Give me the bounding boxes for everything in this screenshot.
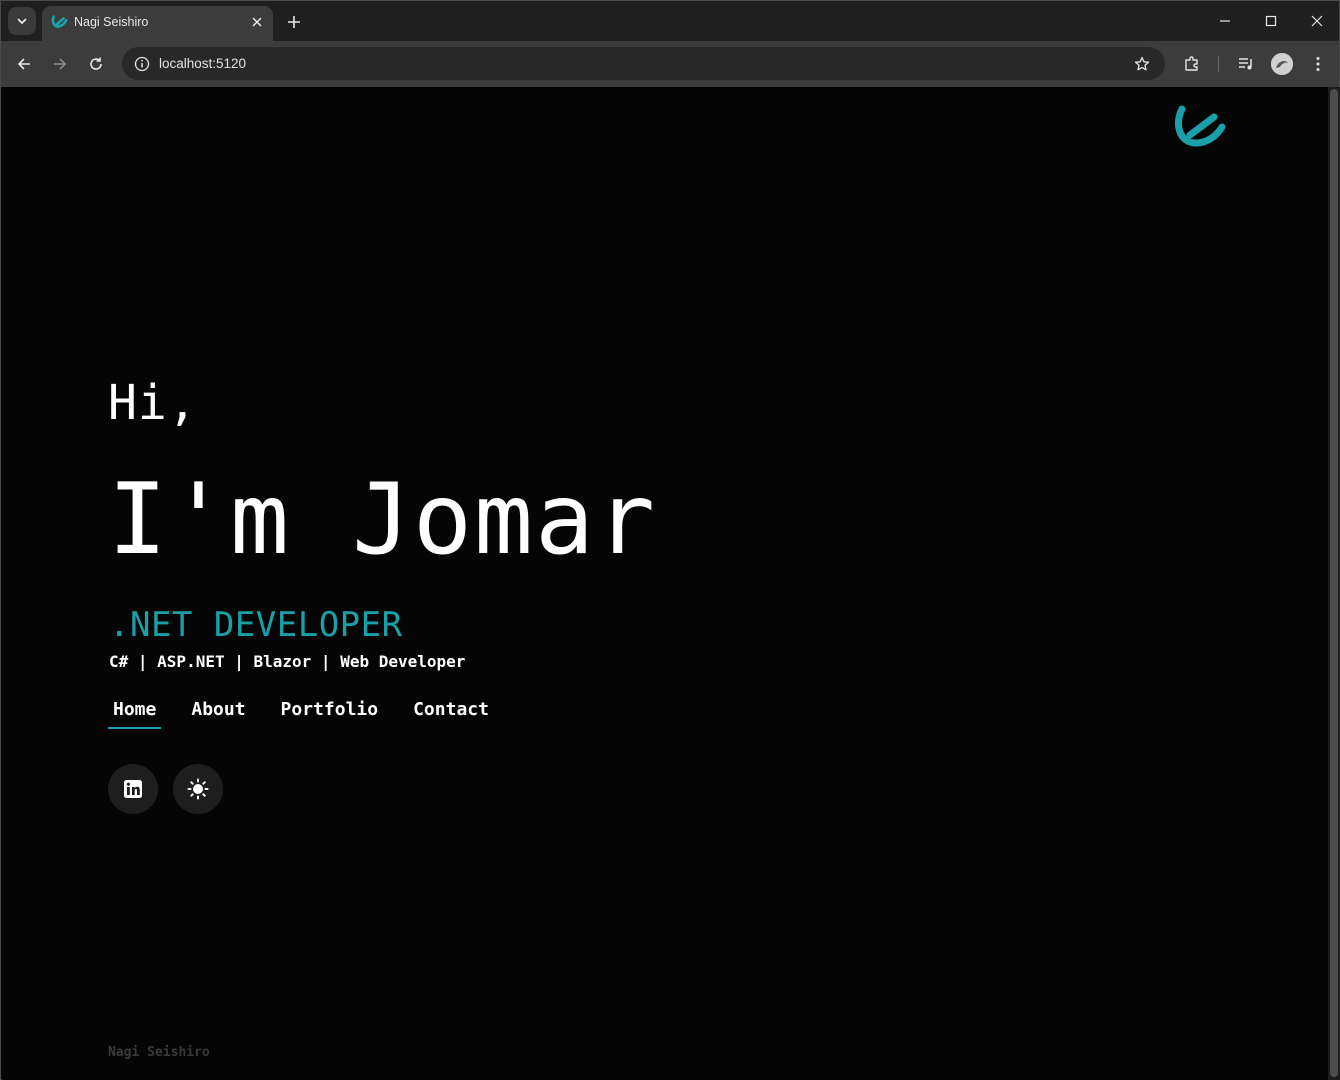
media-button[interactable] xyxy=(1234,52,1258,76)
linkedin-icon xyxy=(124,780,142,798)
window-close-icon xyxy=(1311,15,1323,27)
main-nav: Home About Portfolio Contact xyxy=(108,699,519,729)
nav-portfolio-link[interactable]: Portfolio xyxy=(276,699,384,729)
site-logo-icon xyxy=(51,15,68,28)
page-viewport: Hi, I'm Jomar .NET DEVELOPER C# | ASP.NE… xyxy=(2,87,1328,1080)
plus-icon xyxy=(288,16,300,28)
profile-button[interactable] xyxy=(1271,53,1293,75)
theme-toggle-sun-icon xyxy=(187,778,209,800)
hero-greeting: Hi, xyxy=(108,375,198,431)
reload-button[interactable] xyxy=(84,52,108,76)
maximize-button[interactable] xyxy=(1258,9,1284,33)
forward-arrow-icon xyxy=(54,58,67,70)
scrollbar-thumb[interactable] xyxy=(1330,89,1338,1077)
bookmark-button[interactable] xyxy=(1131,53,1153,75)
address-bar[interactable]: localhost:5120 xyxy=(122,47,1165,80)
more-menu-button[interactable] xyxy=(1306,52,1330,76)
more-vertical-icon xyxy=(1316,57,1320,71)
nav-contact-link[interactable]: Contact xyxy=(408,699,494,729)
hero-headline: I'm Jomar xyxy=(108,463,658,577)
extensions-icon xyxy=(1185,56,1198,71)
toolbar-separator xyxy=(1218,56,1219,72)
nav-home-link[interactable]: Home xyxy=(108,699,162,729)
minimize-button[interactable] xyxy=(1212,9,1238,33)
site-info-button[interactable] xyxy=(130,52,154,76)
tab-title: Nagi Seishiro xyxy=(74,15,149,29)
tab-bar: Nagi Seishiro xyxy=(1,1,1339,41)
media-icon xyxy=(1239,58,1252,70)
profile-icon xyxy=(1271,53,1293,75)
theme-toggle-button[interactable] xyxy=(173,764,223,814)
tab-search-button[interactable] xyxy=(8,7,36,35)
page-scrollbar[interactable] xyxy=(1328,87,1340,1080)
star-icon xyxy=(1134,56,1150,71)
new-tab-button[interactable] xyxy=(283,11,305,33)
maximize-icon xyxy=(1265,15,1277,27)
window-close-button[interactable] xyxy=(1304,9,1330,33)
back-button[interactable] xyxy=(12,52,36,76)
footer-credit: Nagi Seishiro xyxy=(108,1045,210,1060)
hero-skills: C# | ASP.NET | Blazor | Web Developer xyxy=(109,652,466,671)
browser-window: Nagi Seishiro localhost:5120 Hi, I'm Jom… xyxy=(0,0,1340,1080)
close-icon xyxy=(252,17,262,27)
browser-tab[interactable]: Nagi Seishiro xyxy=(42,6,273,41)
site-logo-icon[interactable] xyxy=(1172,103,1228,151)
tab-close-button[interactable] xyxy=(249,14,265,30)
back-arrow-icon xyxy=(17,58,30,70)
url-text: localhost:5120 xyxy=(159,56,247,71)
nav-about-link[interactable]: About xyxy=(186,699,250,729)
extensions-button[interactable] xyxy=(1180,52,1204,76)
minimize-icon xyxy=(1220,20,1230,22)
reload-icon xyxy=(90,57,102,70)
browser-toolbar: localhost:5120 xyxy=(1,41,1339,87)
chevron-down-icon xyxy=(17,18,27,25)
hero-role: .NET DEVELOPER xyxy=(109,605,403,645)
forward-button[interactable] xyxy=(48,52,72,76)
site-info-icon xyxy=(134,56,150,72)
linkedin-button[interactable] xyxy=(108,764,158,814)
